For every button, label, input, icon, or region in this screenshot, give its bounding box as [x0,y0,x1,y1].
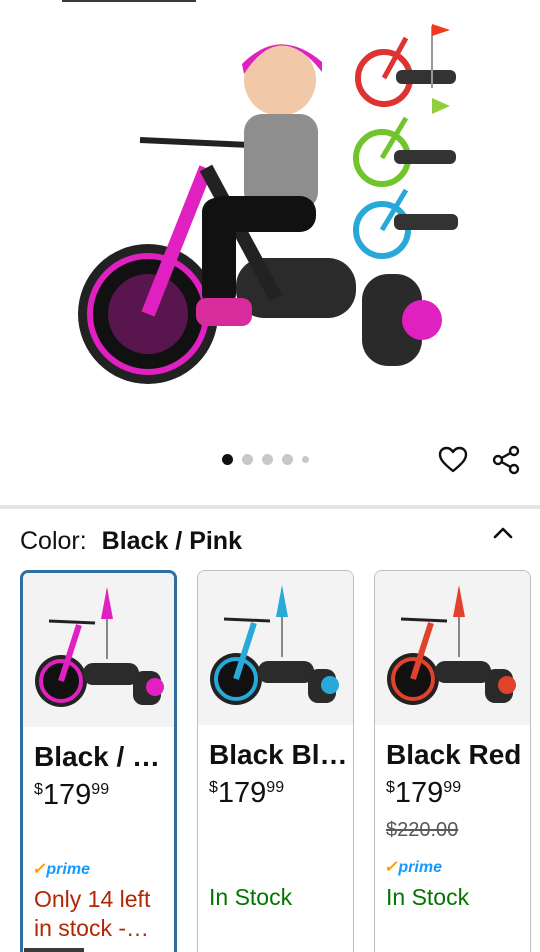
prime-check-icon: ✓ [384,859,398,876]
swatch-name: Black Bl… [209,739,348,770]
price-fraction: 99 [266,779,285,796]
stock-status: In Stock [209,884,293,910]
prime-check-icon: ✓ [32,861,46,878]
price-currency: $ [209,779,218,796]
swatch-price: $17999 [34,779,109,812]
gallery-dot[interactable] [282,454,293,465]
prime-badge: ✓ prime [32,859,90,879]
prime-badge: ✓ prime [384,857,442,877]
chevron-up-icon[interactable] [490,522,516,544]
trike-thumbnail-red [387,585,516,705]
swatch-thumbnail [23,573,174,727]
swatch-price: $17999 [386,777,461,810]
prime-label: prime [46,861,90,878]
swatch-name: Black Red [386,739,522,770]
stock-status: Only 14 left in stock -… [34,886,151,941]
swatch-thumbnail [198,571,353,725]
color-swatch-black-red[interactable]: Black Red $17999 $220.00 ✓ prime In Stock [374,570,531,952]
gallery-dot[interactable] [222,454,233,465]
swatch-name: Black / … [34,741,161,772]
prime-label: prime [398,859,442,876]
color-swatch-list: Black / … $17999 ✓ prime Only 14 left in … [20,570,540,952]
price-whole: 179 [217,777,267,809]
list-price-strikethrough: $220.00 [386,819,459,841]
color-label: Color: [20,527,87,555]
swatch-price: $17999 [209,777,284,810]
gallery-dot[interactable] [262,454,273,465]
product-image[interactable] [76,18,462,410]
gallery-pagination[interactable] [222,454,309,465]
price-whole: 179 [394,777,444,809]
price-currency: $ [34,781,43,798]
price-fraction: 99 [91,781,110,798]
color-selector-header: Color: Black / Pink [20,527,242,556]
color-swatch-black-pink[interactable]: Black / … $17999 ✓ prime Only 14 left in … [20,570,177,952]
section-divider [0,505,540,509]
swatch-thumbnail [375,571,530,725]
price-fraction: 99 [443,779,462,796]
product-gallery[interactable] [0,0,540,500]
stock-status: In Stock [386,884,470,910]
gallery-dot[interactable] [242,454,253,465]
heart-outline-icon[interactable] [437,444,469,476]
trike-thumbnail-pink [35,587,164,707]
price-currency: $ [386,779,395,796]
home-indicator [24,948,84,952]
share-icon[interactable] [490,444,522,476]
trike-thumbnail-blue [210,585,339,705]
price-whole: 179 [42,779,92,811]
gallery-dot[interactable] [302,456,309,463]
selected-color-value: Black / Pink [101,527,242,555]
color-swatch-black-blue[interactable]: Black Bl… $17999 In Stock [197,570,354,952]
